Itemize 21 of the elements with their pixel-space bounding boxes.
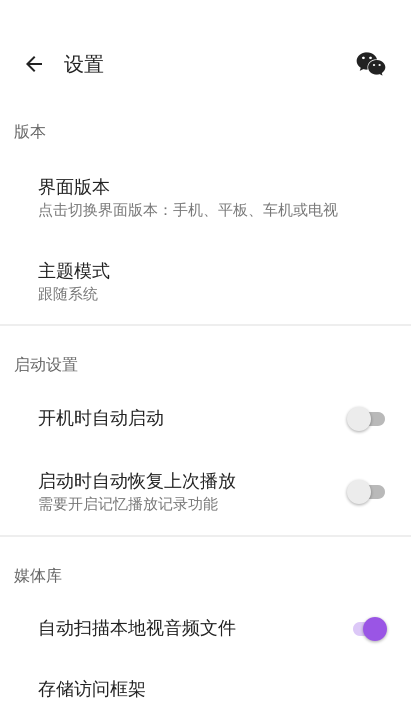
toggle-switch[interactable] bbox=[347, 480, 387, 504]
item-title: 自动扫描本地视音频文件 bbox=[38, 617, 237, 641]
section-header: 启动设置 bbox=[14, 354, 78, 376]
item-subtitle: 需要开启记忆播放记录功能 bbox=[38, 494, 219, 514]
item-subtitle: 点击切换界面版本：手机、平板、车机或电视 bbox=[38, 200, 339, 220]
settings-item[interactable]: 主题模式 跟随系统 bbox=[0, 240, 411, 324]
settings-item[interactable]: 启动时自动恢复上次播放 需要开启记忆播放记录功能 bbox=[0, 449, 411, 535]
item-title: 主题模式 bbox=[38, 260, 111, 284]
item-title: 界面版本 bbox=[38, 176, 111, 200]
section-header: 媒体库 bbox=[14, 565, 62, 587]
item-title: 启动时自动恢复上次播放 bbox=[38, 470, 237, 494]
item-title: 存储访问框架 bbox=[38, 678, 147, 702]
item-title: 开机时自动启动 bbox=[38, 407, 165, 431]
item-subtitle: 跟随系统 bbox=[38, 284, 99, 304]
section-header: 版本 bbox=[14, 121, 46, 143]
settings-item[interactable]: 开机时自动启动 bbox=[0, 389, 411, 449]
toggle-switch[interactable] bbox=[347, 407, 387, 431]
settings-item[interactable]: 界面版本 点击切换界面版本：手机、平板、车机或电视 bbox=[0, 156, 411, 240]
page-title: 设置 bbox=[64, 51, 104, 78]
settings-item[interactable]: 自动扫描本地视音频文件 bbox=[0, 600, 411, 658]
settings-item[interactable]: 存储访问框架 bbox=[0, 658, 411, 703]
